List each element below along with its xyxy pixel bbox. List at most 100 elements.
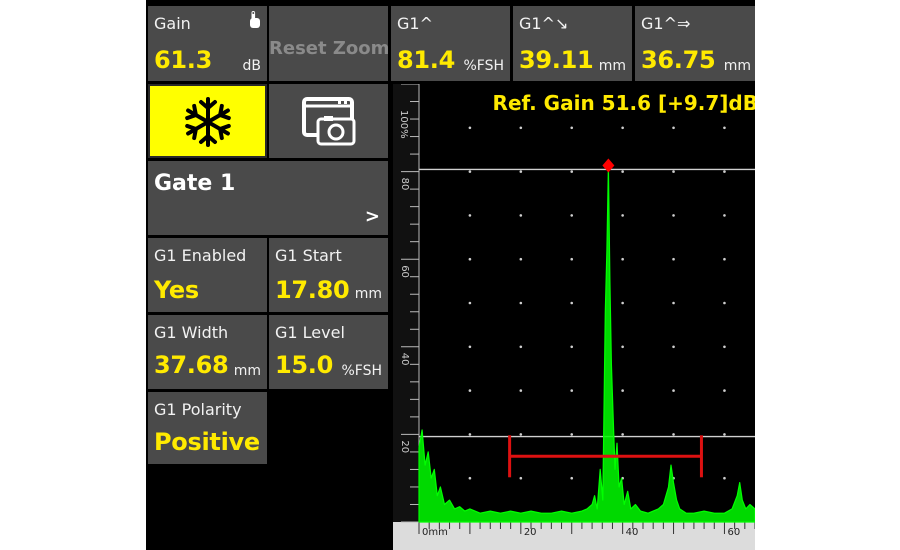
- readout-value: 39.11: [519, 46, 594, 74]
- readout-unit: mm: [598, 58, 626, 74]
- param-value: Yes: [154, 276, 199, 304]
- readout-peak-amplitude[interactable]: G1^ 81.4 %FSH: [391, 6, 510, 81]
- grid-dot: [468, 126, 472, 130]
- gate-title: Gate 1: [154, 171, 236, 196]
- grid-dot: [723, 301, 726, 305]
- readout-unit: mm: [723, 58, 751, 74]
- x-tick-label: 0mm: [422, 527, 448, 538]
- freeze-button[interactable]: [148, 84, 267, 158]
- readout-sound-path[interactable]: G1^↘ 39.11 mm: [513, 6, 632, 81]
- grid-dot: [468, 389, 472, 392]
- grid-dot: [468, 170, 472, 173]
- grid-dot: [519, 126, 523, 130]
- grid-dot: [570, 257, 574, 261]
- y-axis-ruler: [393, 84, 419, 522]
- param-value: 15.0: [275, 351, 334, 379]
- grid-dot: [621, 301, 624, 305]
- a-scan-display[interactable]: 100% 80 60 40 20 0mm 20 40 60 Ref. Gain 51.6 [+9.…: [393, 84, 755, 550]
- grid-dot: [672, 389, 675, 392]
- grid-dot: [621, 257, 624, 261]
- grid-dot: [519, 170, 523, 173]
- y-tick-label: 80: [399, 178, 410, 191]
- readout-surface-distance[interactable]: G1^⇒ 36.75 mm: [635, 6, 755, 81]
- grid-dot: [519, 257, 523, 261]
- x-tick-label: 20: [524, 527, 537, 538]
- param-label: G1 Start: [275, 246, 342, 265]
- grid-dot: [570, 476, 574, 480]
- y-tick-label: 20: [399, 440, 410, 453]
- grid-dot: [570, 389, 574, 392]
- grid-dot: [570, 433, 574, 436]
- grid-dot: [723, 345, 726, 349]
- g1-width-tile[interactable]: G1 Width 37.68 mm: [148, 315, 267, 389]
- grid-dot: [723, 126, 726, 130]
- echo-signal: [418, 164, 755, 523]
- gain-tile[interactable]: Gain 61.3 dB: [148, 6, 267, 81]
- grid-dot: [519, 389, 523, 392]
- param-label: G1 Level: [275, 323, 345, 342]
- flaw-detector-screen: Gain 61.3 dB Reset Zoom G1^ 81.4 %FSH G1…: [146, 0, 755, 550]
- param-unit: mm: [233, 363, 261, 379]
- readout-label: G1^⇒: [641, 14, 691, 33]
- gain-unit: dB: [242, 58, 262, 74]
- grid-dot: [519, 214, 523, 217]
- grid-dot: [723, 170, 726, 173]
- grid-dot: [519, 345, 523, 349]
- param-value: 37.68: [154, 351, 229, 379]
- grid-dot: [672, 126, 675, 130]
- readout-unit: %FSH: [463, 58, 504, 74]
- grid-dot: [570, 301, 574, 305]
- grid-dot: [570, 214, 574, 217]
- hand-pointer-icon: [247, 10, 261, 34]
- readout-label: G1^↘: [519, 14, 569, 33]
- reset-zoom-label: Reset Zoom: [269, 38, 390, 59]
- screenshot-button[interactable]: [269, 84, 388, 158]
- grid-dot: [672, 257, 675, 261]
- grid-dot: [672, 214, 675, 217]
- grid-dot: [570, 170, 574, 173]
- grid-dot: [468, 257, 472, 261]
- grid-dot: [672, 301, 675, 305]
- grid-dot: [468, 301, 472, 305]
- reset-zoom-button[interactable]: Reset Zoom: [269, 6, 390, 81]
- grid-dot: [723, 476, 726, 480]
- param-label: G1 Width: [154, 323, 229, 342]
- grid-dot: [723, 257, 726, 261]
- grid-dot: [468, 476, 472, 480]
- grid-dot: [672, 433, 675, 436]
- grid-dot: [672, 345, 675, 349]
- param-value: Positive: [154, 428, 260, 456]
- y-tick-label: 40: [399, 353, 410, 366]
- gate-1-menu[interactable]: Gate 1 >: [148, 161, 388, 235]
- g1-enabled-tile[interactable]: G1 Enabled Yes: [148, 238, 267, 312]
- grid-dot: [621, 433, 624, 436]
- x-tick-label: 40: [626, 527, 639, 538]
- g1-level-tile[interactable]: G1 Level 15.0 %FSH: [269, 315, 388, 389]
- readout-value: 81.4: [397, 46, 456, 74]
- grid-dot: [519, 433, 523, 436]
- param-label: G1 Polarity: [154, 400, 242, 419]
- grid-dot: [570, 345, 574, 349]
- chevron-right-icon: >: [364, 206, 380, 227]
- param-value: 17.80: [275, 276, 350, 304]
- grid-dot: [621, 389, 624, 392]
- readout-label: G1^: [397, 14, 433, 33]
- grid-dot: [621, 345, 624, 349]
- param-unit: %FSH: [341, 363, 382, 379]
- grid-dot: [570, 126, 574, 130]
- grid-dot: [519, 301, 523, 305]
- grid-dot: [468, 214, 472, 217]
- grid-dot: [723, 389, 726, 392]
- g1-start-tile[interactable]: G1 Start 17.80 mm: [269, 238, 388, 312]
- grid-dot: [468, 345, 472, 349]
- readout-value: 36.75: [641, 46, 716, 74]
- grid-dot: [723, 433, 726, 436]
- snowflake-icon: [180, 94, 236, 154]
- grid-dot: [621, 170, 624, 173]
- g1-polarity-tile[interactable]: G1 Polarity Positive: [148, 392, 267, 464]
- gain-value: 61.3: [154, 46, 213, 74]
- param-unit: mm: [354, 286, 382, 302]
- y-tick-label: 60: [399, 265, 410, 278]
- grid-dot: [672, 170, 675, 173]
- grid-dot: [621, 214, 624, 217]
